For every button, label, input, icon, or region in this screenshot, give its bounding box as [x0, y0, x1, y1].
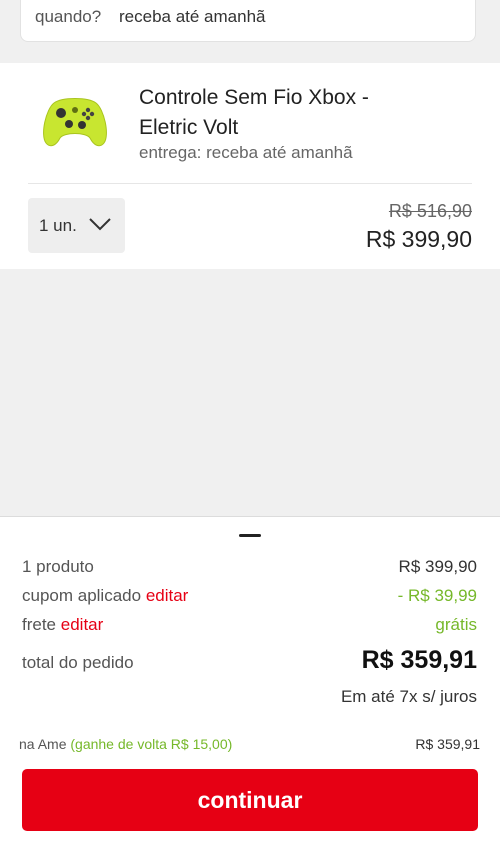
coupon-value: - R$ 39,99: [397, 586, 477, 605]
coupon-label: cupom aplicado: [22, 586, 142, 605]
delivery-label: quando?: [35, 7, 102, 26]
divider: [28, 183, 472, 184]
ame-value: R$ 359,91: [415, 736, 480, 752]
delivery-edit-link[interactable]: editar: [423, 0, 463, 5]
coupon-row: cupom aplicado editar: [22, 586, 188, 606]
drag-handle[interactable]: [239, 534, 261, 537]
order-summary-sheet: 1 produto R$ 399,90 cupom aplicado edita…: [0, 516, 500, 854]
shipping-value: grátis: [435, 615, 477, 634]
quantity-select[interactable]: 1 un.: [28, 198, 125, 253]
continue-button[interactable]: continuar: [22, 769, 478, 831]
product-name[interactable]: Controle Sem Fio Xbox - Eletric Volt: [139, 83, 399, 143]
product-price: R$ 399,90: [365, 226, 472, 252]
products-value: R$ 399,90: [398, 557, 477, 576]
shipping-label: frete: [22, 615, 57, 634]
product-card: Controle Sem Fio Xbox - Eletric Volt ent…: [0, 63, 500, 269]
shipping-row: frete editar: [22, 615, 103, 635]
quantity-value: 1 un.: [39, 216, 77, 235]
total-value: R$ 359,91: [361, 646, 477, 674]
shipping-edit-link[interactable]: editar: [61, 615, 104, 634]
chevron-down-icon: [89, 218, 111, 231]
old-price: R$ 516,90: [388, 201, 472, 221]
xbox-controller-icon[interactable]: [40, 91, 110, 151]
product-delivery: entrega: receba até amanhã: [139, 143, 353, 162]
ame-label: na Ame: [19, 736, 67, 752]
coupon-edit-link[interactable]: editar: [146, 586, 189, 605]
delivery-value: receba até amanhã: [119, 7, 266, 26]
total-label: total do pedido: [22, 653, 134, 672]
ame-row: na Ame (ganhe de volta R$ 15,00): [19, 736, 232, 752]
delivery-card: quando? receba até amanhã editar: [20, 0, 476, 42]
products-label: 1 produto: [22, 557, 94, 576]
installments-text: Em até 7x s/ juros: [340, 687, 477, 706]
ame-cashback: (ganhe de volta R$ 15,00): [70, 736, 233, 752]
